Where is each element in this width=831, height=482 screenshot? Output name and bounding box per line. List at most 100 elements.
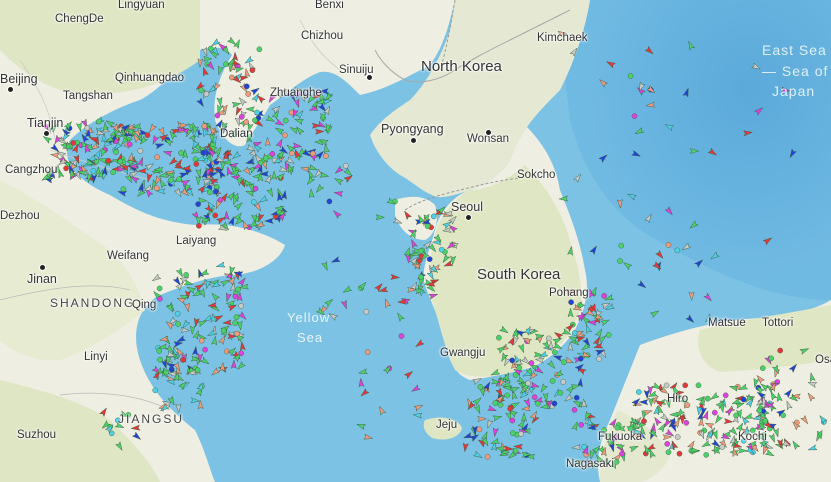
ship-traffic-map[interactable]: North Korea South Korea SHANDONG JIANGSU… [0,0,831,482]
ship-marker[interactable] [618,242,625,249]
ship-marker[interactable] [117,158,124,165]
ship-marker[interactable] [674,247,681,254]
ship-marker[interactable] [342,162,349,169]
ship-marker[interactable] [180,357,186,363]
ship-marker[interactable] [424,223,431,229]
ship-marker[interactable] [174,310,181,317]
ship-marker[interactable] [70,140,76,146]
ship-marker[interactable] [518,430,524,437]
ship-marker[interactable] [509,417,516,424]
ship-marker[interactable] [238,303,244,309]
ship-marker[interactable] [249,67,256,73]
ship-marker[interactable] [183,272,189,278]
ship-marker[interactable] [137,147,144,154]
ship-marker[interactable] [200,149,207,156]
ship-marker[interactable] [326,198,333,205]
ship-marker[interactable] [665,449,672,456]
ship-marker[interactable] [512,447,519,454]
ship-marker[interactable] [207,189,213,196]
ship-marker[interactable] [509,357,516,364]
ship-marker[interactable] [202,346,208,353]
ship-marker[interactable] [243,83,250,90]
ship-marker[interactable] [289,150,295,157]
ship-marker[interactable] [212,212,218,219]
ship-marker[interactable] [636,389,642,395]
ship-marker[interactable] [631,113,638,119]
ship-marker[interactable] [568,299,574,306]
ship-marker[interactable] [201,123,208,129]
ship-marker[interactable] [560,379,567,385]
ship-marker[interactable] [213,188,219,195]
ship-marker[interactable] [551,400,558,407]
ship-marker[interactable] [398,333,405,339]
ship-marker[interactable] [198,87,204,94]
ship-marker[interactable] [477,383,484,390]
ship-marker[interactable] [127,141,133,148]
ship-marker[interactable] [504,392,511,399]
ship-marker[interactable] [207,45,214,52]
ship-marker[interactable] [323,153,329,159]
ship-marker[interactable] [492,400,499,406]
ship-marker[interactable] [605,332,612,338]
ship-marker[interactable] [156,348,162,354]
ship-marker[interactable] [571,330,578,336]
ship-marker[interactable] [704,395,711,402]
ship-marker[interactable] [719,444,726,450]
ship-marker[interactable] [777,347,784,354]
ship-marker[interactable] [214,112,221,119]
ship-marker[interactable] [196,222,202,229]
ship-marker[interactable] [664,441,671,447]
ship-marker[interactable] [546,335,552,342]
ship-marker[interactable] [233,314,240,320]
ship-marker[interactable] [262,155,269,162]
ship-marker[interactable] [438,246,445,253]
ship-marker[interactable] [154,154,160,160]
ship-marker[interactable] [676,450,683,457]
ship-marker[interactable] [627,73,634,79]
ship-marker[interactable] [251,199,257,205]
ship-marker[interactable] [120,186,127,192]
ship-marker[interactable] [232,293,239,300]
ship-marker[interactable] [198,337,205,344]
ship-marker[interactable] [619,450,625,457]
ship-marker[interactable] [528,360,535,366]
ship-marker[interactable] [282,117,289,124]
ship-marker[interactable] [571,407,578,413]
ship-marker[interactable] [557,390,564,396]
ship-marker[interactable] [561,359,567,366]
ship-marker[interactable] [682,382,689,389]
ship-marker[interactable] [63,165,69,172]
ship-marker[interactable] [90,168,97,174]
ship-marker[interactable] [110,169,116,175]
ship-marker[interactable] [703,452,710,458]
ship-marker[interactable] [96,118,102,125]
ship-marker[interactable] [722,392,729,399]
ship-marker[interactable] [509,430,516,436]
ship-marker[interactable] [84,125,90,131]
ship-marker[interactable] [760,365,766,372]
ship-marker[interactable] [740,396,747,403]
ship-marker[interactable] [178,150,184,156]
ship-marker[interactable] [105,157,112,164]
ship-marker[interactable] [695,382,702,389]
ship-marker[interactable] [252,117,258,124]
ship-marker[interactable] [193,161,200,167]
ship-marker[interactable] [238,350,244,357]
ship-marker[interactable] [531,394,538,400]
ship-marker[interactable] [176,176,182,183]
ship-marker[interactable] [254,109,260,116]
ship-marker[interactable] [512,372,519,378]
ship-marker[interactable] [641,418,647,425]
ship-marker[interactable] [234,330,240,337]
ship-marker[interactable] [683,419,690,426]
ship-marker[interactable] [780,412,787,419]
ship-marker[interactable] [168,176,174,183]
ship-marker[interactable] [256,46,263,53]
ship-marker[interactable] [484,453,491,460]
ship-marker[interactable] [525,380,531,387]
ship-marker[interactable] [194,367,201,374]
ship-marker[interactable] [768,355,775,362]
ship-marker[interactable] [175,321,181,327]
ship-marker[interactable] [220,327,227,334]
ship-marker[interactable] [269,151,276,157]
